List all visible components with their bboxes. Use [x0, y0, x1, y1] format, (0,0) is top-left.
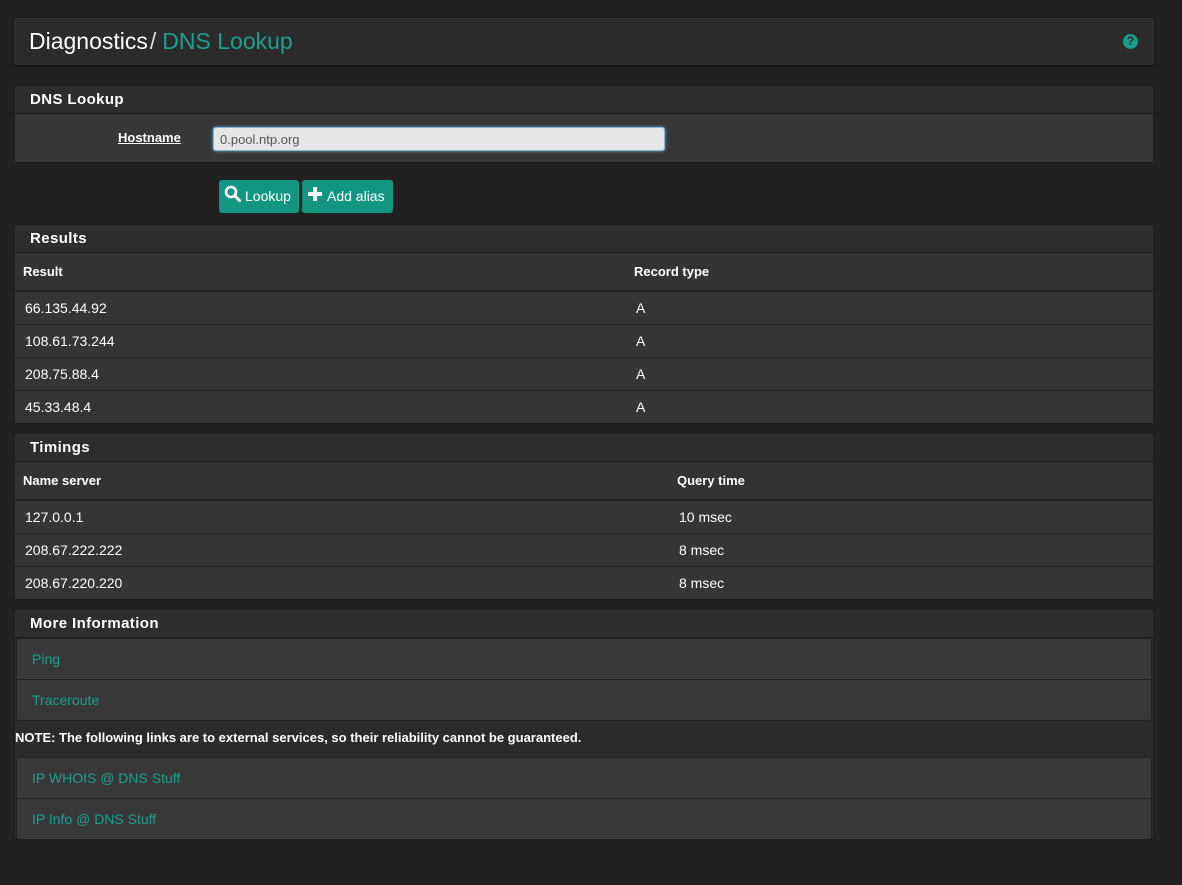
name-server-cell: 208.67.222.222: [15, 533, 669, 567]
table-row: 108.61.73.244 A: [15, 324, 1153, 358]
external-services-note: NOTE: The following links are to externa…: [15, 730, 582, 745]
column-header-query-time: Query time: [669, 462, 1153, 501]
timings-table: Name server Query time 127.0.0.1 10 msec…: [15, 462, 1153, 599]
record-type-cell: A: [626, 291, 1153, 325]
external-links: IP WHOIS @ DNS Stuff IP Info @ DNS Stuff: [16, 757, 1152, 840]
hostname-input[interactable]: [213, 127, 665, 151]
plus-icon: [307, 181, 323, 214]
hostname-label: Hostname: [118, 130, 181, 145]
column-header-name-server: Name server: [15, 462, 669, 501]
result-cell: 208.75.88.4: [15, 357, 626, 391]
more-information-heading: More Information: [15, 610, 1153, 638]
ping-link[interactable]: Ping: [17, 639, 1151, 680]
table-row: 127.0.0.1 10 msec: [15, 500, 1153, 534]
column-header-result: Result: [15, 253, 626, 292]
page-header: Diagnostics/DNS Lookup ?: [14, 18, 1154, 65]
table-row: 208.67.220.220 8 msec: [15, 566, 1153, 599]
lookup-button[interactable]: Lookup: [219, 180, 299, 213]
result-cell: 66.135.44.92: [15, 291, 626, 325]
table-row: 208.67.222.222 8 msec: [15, 533, 1153, 567]
column-header-record-type: Record type: [626, 253, 1153, 292]
timings-panel: Timings Name server Query time 127.0.0.1…: [14, 433, 1154, 600]
ip-info-link[interactable]: IP Info @ DNS Stuff: [17, 799, 1151, 839]
timings-heading: Timings: [15, 434, 1153, 462]
dns-lookup-panel: DNS Lookup Hostname: [14, 85, 1154, 163]
breadcrumb-dns-lookup[interactable]: DNS Lookup: [162, 28, 292, 54]
record-type-cell: A: [626, 390, 1153, 423]
search-icon: [224, 181, 241, 214]
result-cell: 45.33.48.4: [15, 390, 626, 423]
table-row: 208.75.88.4 A: [15, 357, 1153, 391]
table-row: 45.33.48.4 A: [15, 390, 1153, 423]
results-panel: Results Result Record type 66.135.44.92 …: [14, 224, 1154, 424]
breadcrumb-separator: /: [149, 28, 157, 54]
name-server-cell: 208.67.220.220: [15, 566, 669, 599]
lookup-button-label: Lookup: [245, 188, 291, 204]
breadcrumb-diagnostics[interactable]: Diagnostics: [29, 28, 148, 54]
dns-lookup-heading: DNS Lookup: [15, 86, 1153, 114]
add-alias-button[interactable]: Add alias: [302, 180, 393, 213]
ip-whois-link[interactable]: IP WHOIS @ DNS Stuff: [17, 758, 1151, 799]
dns-lookup-form: Hostname: [15, 114, 1153, 162]
results-heading: Results: [15, 225, 1153, 253]
diagnostics-links: Ping Traceroute: [16, 638, 1152, 721]
query-time-cell: 8 msec: [669, 533, 1153, 567]
record-type-cell: A: [626, 357, 1153, 391]
name-server-cell: 127.0.0.1: [15, 500, 669, 534]
more-information-panel: More Information Ping Traceroute IP WHOI…: [14, 609, 1154, 840]
table-row: 66.135.44.92 A: [15, 291, 1153, 325]
query-time-cell: 8 msec: [669, 566, 1153, 599]
add-alias-button-label: Add alias: [327, 188, 385, 204]
results-table: Result Record type 66.135.44.92 A 108.61…: [15, 253, 1153, 423]
record-type-cell: A: [626, 324, 1153, 358]
query-time-cell: 10 msec: [669, 500, 1153, 534]
result-cell: 108.61.73.244: [15, 324, 626, 358]
traceroute-link[interactable]: Traceroute: [17, 680, 1151, 720]
breadcrumb: Diagnostics/DNS Lookup: [29, 28, 293, 55]
question-circle-icon[interactable]: ?: [1123, 34, 1138, 49]
